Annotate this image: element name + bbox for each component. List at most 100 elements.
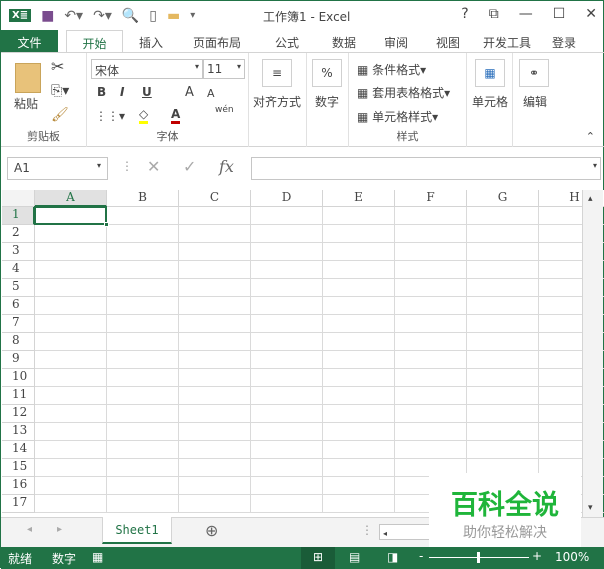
cell-A17[interactable] (35, 495, 107, 513)
cell-F2[interactable] (395, 225, 467, 243)
cell-A12[interactable] (35, 405, 107, 423)
normal-view-icon[interactable]: ⊞ (301, 547, 335, 569)
alignment-group[interactable]: ≡ 对齐方式 (249, 53, 307, 147)
cell-C8[interactable] (179, 333, 251, 351)
format-as-table-button[interactable]: ▦ 套用表格格式▾ (357, 84, 450, 101)
cell-B6[interactable] (107, 297, 179, 315)
cell-A15[interactable] (35, 459, 107, 477)
cut-icon[interactable]: ✂ (51, 57, 64, 76)
conditional-formatting-button[interactable]: ▦ 条件格式▾ (357, 61, 426, 78)
cell-A4[interactable] (35, 261, 107, 279)
cell-B4[interactable] (107, 261, 179, 279)
row-header-14[interactable]: 14 (2, 441, 35, 459)
cell-F6[interactable] (395, 297, 467, 315)
cancel-icon[interactable]: ✕ (147, 157, 160, 176)
macro-record-icon[interactable]: ▦ (92, 550, 103, 564)
cell-G7[interactable] (467, 315, 539, 333)
cell-D7[interactable] (251, 315, 323, 333)
cell-C14[interactable] (179, 441, 251, 459)
cell-G12[interactable] (467, 405, 539, 423)
row-header-15[interactable]: 15 (2, 459, 35, 477)
cell-D14[interactable] (251, 441, 323, 459)
sheet-tab-sheet1[interactable]: Sheet1 (102, 517, 172, 544)
cell-C9[interactable] (179, 351, 251, 369)
cell-D4[interactable] (251, 261, 323, 279)
cell-D2[interactable] (251, 225, 323, 243)
font-size-select[interactable]: 11 ▾ (203, 59, 245, 79)
splitter[interactable]: ⋮ (361, 523, 373, 537)
column-header-E[interactable]: E (323, 190, 395, 207)
cell-B3[interactable] (107, 243, 179, 261)
open-folder-icon[interactable]: ▬ (167, 8, 180, 24)
cell-F9[interactable] (395, 351, 467, 369)
cell-D5[interactable] (251, 279, 323, 297)
minimize-button[interactable]: — (519, 6, 533, 22)
cell-G13[interactable] (467, 423, 539, 441)
cell-E2[interactable] (323, 225, 395, 243)
cell-F1[interactable] (395, 207, 467, 225)
cell-F12[interactable] (395, 405, 467, 423)
cell-A9[interactable] (35, 351, 107, 369)
formula-input[interactable]: ▾ (251, 157, 601, 180)
cell-F14[interactable] (395, 441, 467, 459)
row-header-6[interactable]: 6 (2, 297, 35, 315)
underline-button[interactable]: U (142, 85, 152, 99)
tab-page-layout[interactable]: 页面布局 (179, 30, 255, 53)
scroll-down-icon[interactable]: ▾ (588, 503, 593, 513)
border-icon[interactable]: ⋮⋮▾ (95, 109, 125, 123)
close-button[interactable]: ✕ (585, 6, 597, 22)
font-name-select[interactable]: 宋体 ▾ (91, 59, 203, 79)
tab-home[interactable]: 开始 (66, 30, 123, 53)
cell-D13[interactable] (251, 423, 323, 441)
cell-E9[interactable] (323, 351, 395, 369)
cell-C11[interactable] (179, 387, 251, 405)
cell-D11[interactable] (251, 387, 323, 405)
enter-icon[interactable]: ✓ (183, 157, 196, 176)
tab-review[interactable]: 审阅 (369, 30, 423, 53)
tab-formulas[interactable]: 公式 (255, 30, 319, 53)
cell-E1[interactable] (323, 207, 395, 225)
cell-A6[interactable] (35, 297, 107, 315)
print-preview-icon[interactable]: 🔍 (122, 8, 139, 24)
page-break-view-icon[interactable]: ◨ (387, 550, 398, 564)
number-group[interactable]: % 数字 (307, 53, 349, 147)
cell-E17[interactable] (323, 495, 395, 513)
cell-C16[interactable] (179, 477, 251, 495)
cell-E5[interactable] (323, 279, 395, 297)
column-header-G[interactable]: G (467, 190, 539, 207)
row-header-2[interactable]: 2 (2, 225, 35, 243)
row-header-8[interactable]: 8 (2, 333, 35, 351)
shrink-font-button[interactable]: A (207, 87, 215, 100)
fill-handle[interactable] (104, 222, 109, 227)
paste-icon[interactable] (15, 63, 41, 93)
cell-G2[interactable] (467, 225, 539, 243)
row-header-7[interactable]: 7 (2, 315, 35, 333)
cell-E7[interactable] (323, 315, 395, 333)
column-header-C[interactable]: C (179, 190, 251, 207)
maximize-button[interactable]: ☐ (553, 6, 566, 22)
cell-B5[interactable] (107, 279, 179, 297)
collapse-ribbon-icon[interactable]: ⌃ (586, 130, 595, 143)
italic-button[interactable]: I (120, 85, 124, 99)
column-header-F[interactable]: F (395, 190, 467, 207)
cell-A7[interactable] (35, 315, 107, 333)
help-button[interactable]: ? (461, 6, 468, 22)
select-all-corner[interactable] (2, 190, 35, 207)
cell-A16[interactable] (35, 477, 107, 495)
tab-data[interactable]: 数据 (319, 30, 369, 53)
cell-styles-button[interactable]: ▦ 单元格样式▾ (357, 108, 438, 125)
cell-B1[interactable] (107, 207, 179, 225)
cell-C2[interactable] (179, 225, 251, 243)
cell-A5[interactable] (35, 279, 107, 297)
cell-A11[interactable] (35, 387, 107, 405)
row-header-12[interactable]: 12 (2, 405, 35, 423)
cell-B9[interactable] (107, 351, 179, 369)
page-layout-view-icon[interactable]: ▤ (349, 550, 360, 564)
cell-E14[interactable] (323, 441, 395, 459)
cell-E13[interactable] (323, 423, 395, 441)
cell-E4[interactable] (323, 261, 395, 279)
cell-F11[interactable] (395, 387, 467, 405)
cell-B14[interactable] (107, 441, 179, 459)
cell-E15[interactable] (323, 459, 395, 477)
grow-font-button[interactable]: A (185, 85, 194, 100)
